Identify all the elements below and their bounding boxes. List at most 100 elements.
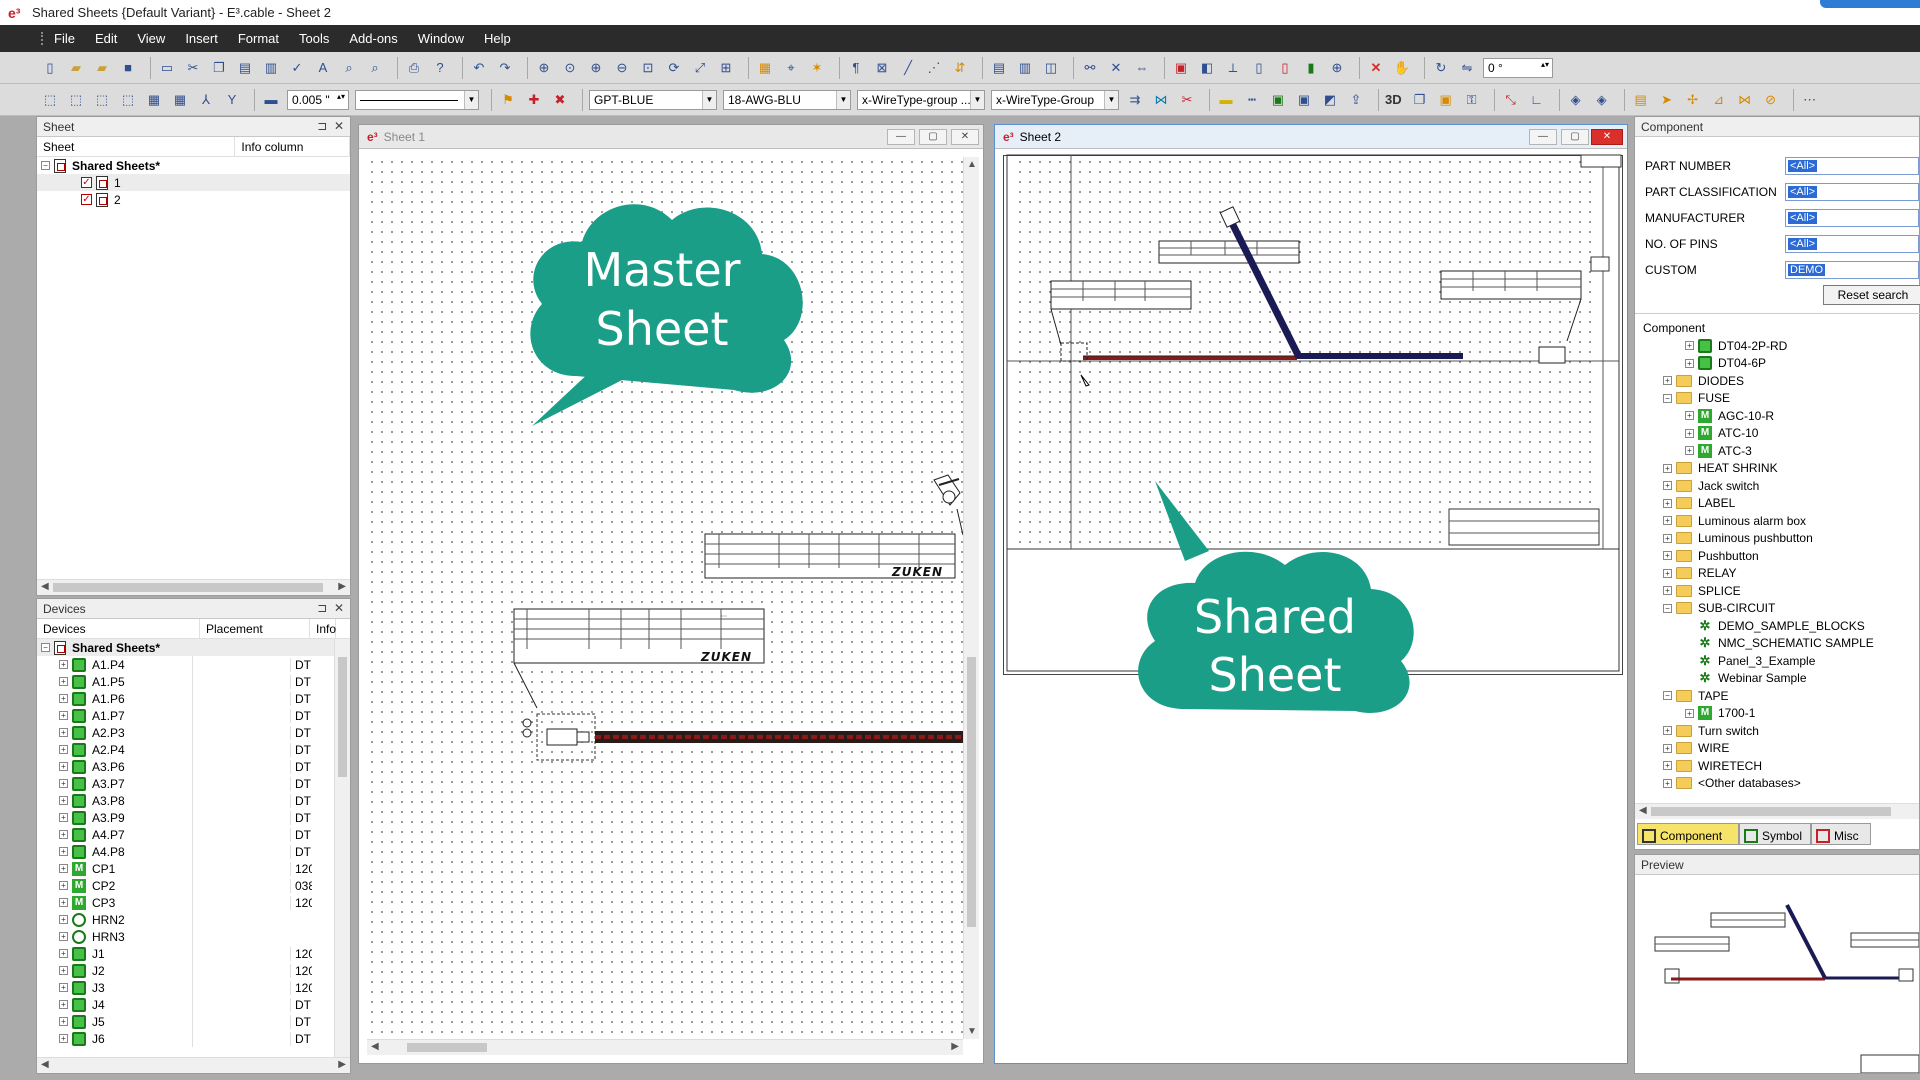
- scroll-down-icon[interactable]: ▼: [967, 1026, 977, 1037]
- pages-icon[interactable]: ❐: [1410, 90, 1430, 110]
- no-wire-icon[interactable]: ⊘: [1761, 90, 1781, 110]
- device-row[interactable]: + A4.P8 DTI: [37, 843, 350, 860]
- expand-icon[interactable]: +: [1663, 586, 1672, 596]
- expand-icon[interactable]: +: [1663, 726, 1672, 736]
- device-row[interactable]: + A1.P7 DTI: [37, 707, 350, 724]
- expand-icon[interactable]: +: [59, 694, 68, 703]
- expand-icon[interactable]: +: [59, 932, 68, 941]
- component-tree-item[interactable]: + WIRETECH: [1635, 757, 1920, 775]
- expand-icon[interactable]: +: [59, 915, 68, 924]
- menubar-grip[interactable]: [41, 32, 44, 45]
- device-row[interactable]: + J3 120: [37, 979, 350, 996]
- device-row[interactable]: + A3.P7 DTI: [37, 775, 350, 792]
- arrow-right-icon[interactable]: ➤: [1657, 90, 1677, 110]
- expand-icon[interactable]: +: [59, 660, 68, 669]
- layer-front-icon[interactable]: ▤: [989, 58, 1009, 78]
- panel-pin-close[interactable]: ⊐ ✕: [317, 601, 344, 615]
- wiretype-group-select-1[interactable]: x-WireType-group ... ▼: [857, 89, 985, 110]
- wire-select[interactable]: 18-AWG-BLU ▼: [723, 89, 851, 110]
- scroll-up-icon[interactable]: ▲: [967, 159, 977, 170]
- scroll-thumb[interactable]: [53, 583, 323, 592]
- expand-icon[interactable]: +: [1663, 481, 1672, 491]
- menu-help[interactable]: Help: [484, 31, 511, 46]
- expand-icon[interactable]: +: [1663, 551, 1672, 561]
- device-row[interactable]: + A3.P6 DTI: [37, 758, 350, 775]
- scroll-left-icon[interactable]: ◀: [41, 581, 49, 592]
- component-tree-item[interactable]: + M AGC-10-R: [1635, 407, 1920, 425]
- open-folder-icon[interactable]: ▰: [66, 58, 86, 78]
- measure-icon[interactable]: ⤡: [1501, 90, 1521, 110]
- find-replace-icon[interactable]: ⌕: [365, 58, 385, 78]
- device-row[interactable]: + J4 DTI: [37, 996, 350, 1013]
- collapse-icon[interactable]: −: [41, 161, 50, 170]
- collapse-icon[interactable]: −: [1663, 393, 1672, 403]
- device-row[interactable]: + HRN3: [37, 928, 350, 945]
- expand-icon[interactable]: +: [59, 779, 68, 788]
- sheet2-titlebar[interactable]: e³ Sheet 2 — ▢ ✕: [995, 125, 1627, 149]
- expand-icon[interactable]: +: [59, 745, 68, 754]
- crosshair-icon[interactable]: ⊕: [1327, 58, 1347, 78]
- grid-arrange-icon[interactable]: ▦: [144, 90, 164, 110]
- component-tree-item[interactable]: − FUSE: [1635, 390, 1920, 408]
- device-row[interactable]: + J2 120: [37, 962, 350, 979]
- wire-mode-icon[interactable]: ⇵: [950, 58, 970, 78]
- component-tree-item[interactable]: + Turn switch: [1635, 722, 1920, 740]
- component-tree-item[interactable]: + Pushbutton: [1635, 547, 1920, 565]
- place-device-icon[interactable]: ▣: [1171, 58, 1191, 78]
- component-tree-item[interactable]: ✲ DEMO_SAMPLE_BLOCKS: [1635, 617, 1920, 635]
- find-icon[interactable]: ⌕: [339, 58, 359, 78]
- expand-icon[interactable]: +: [59, 677, 68, 686]
- device-row[interactable]: + A1.P6 DTI: [37, 690, 350, 707]
- zoom-fit-icon[interactable]: ⊡: [638, 58, 658, 78]
- expand-icon[interactable]: +: [59, 830, 68, 839]
- dimension-icon[interactable]: ⇔: [1132, 58, 1152, 78]
- expand-icon[interactable]: +: [1663, 533, 1672, 543]
- place-symbol-icon[interactable]: ◧: [1197, 58, 1217, 78]
- line-style-select[interactable]: ▼: [355, 89, 479, 110]
- component-tree-item[interactable]: + M ATC-3: [1635, 442, 1920, 460]
- angle-icon[interactable]: ∟: [1527, 90, 1547, 110]
- device-row[interactable]: + J5 DTI: [37, 1013, 350, 1030]
- device-row[interactable]: + M CP1 120: [37, 860, 350, 877]
- scale-icon[interactable]: ⤢: [690, 58, 710, 78]
- new-icon[interactable]: ▯: [40, 58, 60, 78]
- col-placement[interactable]: Placement: [200, 619, 310, 638]
- device-row[interactable]: + A2.P3 DTI: [37, 724, 350, 741]
- component-tree-item[interactable]: − TAPE: [1635, 687, 1920, 705]
- close-button[interactable]: ✕: [1591, 129, 1623, 145]
- device-row[interactable]: + J6 DTI: [37, 1030, 350, 1047]
- minimize-button[interactable]: —: [1529, 129, 1557, 145]
- component-tree-item[interactable]: + M ATC-10: [1635, 425, 1920, 443]
- line-width-icon[interactable]: ▬: [261, 90, 281, 110]
- wire-route-icon[interactable]: ⇉: [1125, 90, 1145, 110]
- scroll-left-icon[interactable]: ◀: [41, 1059, 49, 1070]
- paste-icon[interactable]: ▤: [235, 58, 255, 78]
- align-center-icon[interactable]: ⬚: [66, 90, 86, 110]
- line-icon[interactable]: ╱: [898, 58, 918, 78]
- collapse-icon[interactable]: −: [1663, 603, 1672, 613]
- expand-icon[interactable]: +: [1685, 341, 1694, 351]
- expand-icon[interactable]: +: [59, 1017, 68, 1026]
- component-tree-item[interactable]: + LABEL: [1635, 495, 1920, 513]
- pan-hand-icon[interactable]: ✋: [1392, 58, 1412, 78]
- expand-icon[interactable]: +: [59, 762, 68, 771]
- cut-icon[interactable]: ✂: [183, 58, 203, 78]
- component-tree-item[interactable]: ✲ Webinar Sample: [1635, 670, 1920, 688]
- devices-panel-hscroll[interactable]: ◀ ▶: [37, 1057, 350, 1073]
- close-button[interactable]: ✕: [951, 129, 979, 145]
- snap-icon[interactable]: ⌖: [781, 58, 801, 78]
- scroll-thumb[interactable]: [967, 657, 976, 927]
- layer-back-icon[interactable]: ▥: [1015, 58, 1035, 78]
- expand-icon[interactable]: +: [59, 949, 68, 958]
- expand-icon[interactable]: +: [59, 983, 68, 992]
- place-block-icon[interactable]: ▯: [1275, 58, 1295, 78]
- 3d-view-button[interactable]: 3D: [1385, 92, 1402, 107]
- layers-icon[interactable]: ◈: [1566, 90, 1586, 110]
- component-tree-item[interactable]: ✲ NMC_SCHEMATIC SAMPLE: [1635, 635, 1920, 653]
- menu-addons[interactable]: Add-ons: [349, 31, 397, 46]
- mirror-icon[interactable]: ⇋: [1457, 58, 1477, 78]
- scroll-right-icon[interactable]: ▶: [338, 581, 346, 592]
- expand-icon[interactable]: +: [1685, 428, 1694, 438]
- menu-insert[interactable]: Insert: [185, 31, 218, 46]
- place-cable-icon[interactable]: ⟂: [1223, 58, 1243, 78]
